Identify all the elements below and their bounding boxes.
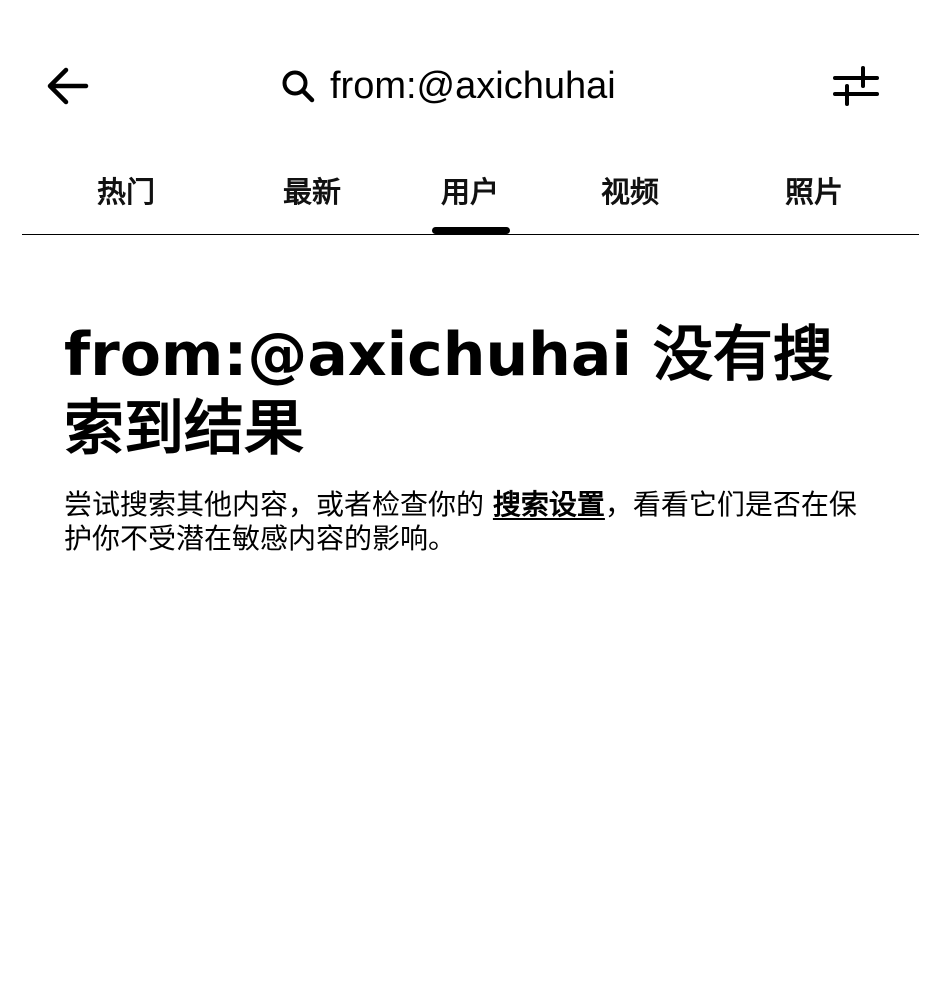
- search-settings-link[interactable]: 搜索设置: [493, 488, 605, 521]
- arrow-left-icon: [47, 67, 89, 105]
- tab-top[interactable]: 热门: [66, 150, 186, 230]
- tab-latest[interactable]: 最新: [252, 150, 372, 230]
- search-icon: [280, 68, 316, 104]
- tab-videos[interactable]: 视频: [570, 150, 690, 230]
- tab-photos[interactable]: 照片: [754, 150, 874, 230]
- search-field[interactable]: from:@axichuhai: [280, 58, 680, 114]
- sliders-icon: [833, 66, 879, 106]
- tabs-divider: [22, 234, 919, 235]
- description-text: 尝试搜索其他内容，或者检查你的: [64, 488, 493, 521]
- search-query-text: from:@axichuhai: [330, 64, 616, 107]
- tab-people[interactable]: 用户: [410, 150, 530, 230]
- top-app-bar: from:@axichuhai: [0, 0, 941, 150]
- active-tab-indicator: [432, 227, 510, 234]
- empty-state: from:@axichuhai 没有搜索到结果 尝试搜索其他内容，或者检查你的 …: [64, 318, 884, 556]
- empty-state-title: from:@axichuhai 没有搜索到结果: [64, 320, 833, 464]
- back-button[interactable]: [40, 60, 96, 112]
- search-tabs: 热门 最新 用户 视频 照片: [22, 150, 919, 236]
- search-filter-button[interactable]: [826, 60, 886, 112]
- empty-state-description: 尝试搜索其他内容，或者检查你的 搜索设置，看看它们是否在保护你不受潜在敏感内容的…: [64, 488, 884, 556]
